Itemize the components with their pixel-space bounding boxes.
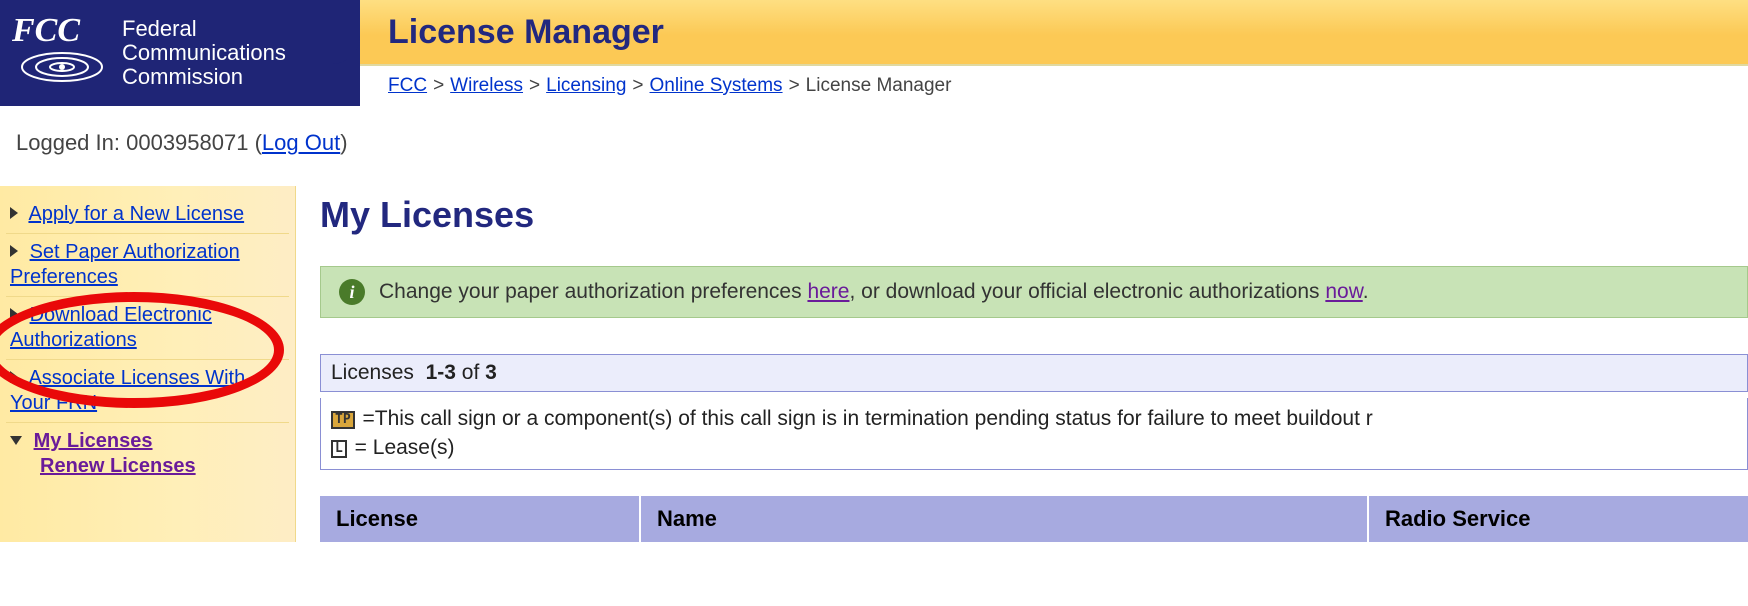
- sidebar: Apply for a New License Set Paper Author…: [0, 186, 296, 542]
- sidebar-link[interactable]: Associate Licenses With Your FRN: [10, 367, 245, 414]
- notice-link-here[interactable]: here: [807, 280, 849, 303]
- org-name-line2: Communications: [122, 41, 286, 65]
- arrow-down-icon: [10, 436, 22, 445]
- arrow-right-icon: [10, 207, 18, 219]
- login-id: 0003958071: [126, 130, 248, 155]
- logout-link[interactable]: Log Out: [262, 130, 340, 155]
- content: My Licenses i Change your paper authoriz…: [296, 186, 1748, 542]
- header-logo-area: FCC Federal Communications Commission: [0, 0, 360, 106]
- sidebar-item-associate-licenses[interactable]: Associate Licenses With Your FRN: [6, 360, 289, 423]
- page-title: My Licenses: [320, 194, 1748, 236]
- tp-badge-icon: TP: [331, 411, 355, 429]
- login-bar: Logged In: 0003958071 (Log Out): [0, 106, 1748, 186]
- sidebar-link[interactable]: My Licenses: [34, 430, 153, 452]
- licenses-header-row: License Name Radio Service: [320, 496, 1748, 542]
- legend: TP =This call sign or a component(s) of …: [320, 398, 1748, 470]
- licenses-table: License Name Radio Service: [320, 496, 1748, 542]
- info-icon: i: [339, 279, 365, 305]
- arrow-right-icon: [10, 371, 18, 383]
- login-prefix: Logged In:: [16, 130, 126, 155]
- header-right: License Manager FCC > Wireless > Licensi…: [360, 0, 1748, 106]
- org-name: Federal Communications Commission: [122, 17, 286, 90]
- notice-text: Change your paper authorization preferen…: [379, 280, 1369, 304]
- org-name-line3: Commission: [122, 65, 286, 89]
- notice-banner: i Change your paper authorization prefer…: [320, 266, 1748, 318]
- col-license[interactable]: License: [320, 496, 640, 542]
- fcc-logo: FCC: [12, 11, 112, 95]
- arrow-right-icon: [10, 308, 18, 320]
- sidebar-link[interactable]: Set Paper Authorization Preferences: [10, 241, 240, 288]
- breadcrumb-current: License Manager: [806, 75, 952, 97]
- sidebar-item-my-licenses[interactable]: My Licenses Renew Licenses: [6, 423, 289, 485]
- breadcrumb-link-licensing[interactable]: Licensing: [546, 75, 626, 97]
- header: FCC Federal Communications Commission Li…: [0, 0, 1748, 106]
- legend-tp-text: =This call sign or a component(s) of thi…: [363, 407, 1373, 430]
- breadcrumb-link-fcc[interactable]: FCC: [388, 75, 427, 97]
- sidebar-link[interactable]: Download Electronic Authorizations: [10, 304, 212, 351]
- sidebar-item-apply-new-license[interactable]: Apply for a New License: [6, 196, 289, 234]
- org-name-line1: Federal: [122, 17, 286, 41]
- svg-text:FCC: FCC: [12, 12, 80, 49]
- title-bar: License Manager: [360, 0, 1748, 64]
- sidebar-item-download-electronic-auth[interactable]: Download Electronic Authorizations: [6, 297, 289, 360]
- legend-l-text: = Lease(s): [355, 436, 455, 459]
- arrow-right-icon: [10, 245, 18, 257]
- breadcrumb-link-wireless[interactable]: Wireless: [450, 75, 523, 97]
- main: Apply for a New License Set Paper Author…: [0, 186, 1748, 542]
- sidebar-subitem-renew-licenses[interactable]: Renew Licenses: [40, 454, 285, 479]
- license-summary: Licenses 1-3 of 3: [320, 354, 1748, 392]
- col-name[interactable]: Name: [640, 496, 1368, 542]
- col-radio-service[interactable]: Radio Service: [1368, 496, 1748, 542]
- app-title: License Manager: [388, 13, 664, 52]
- l-badge-icon: L: [331, 440, 347, 458]
- notice-link-now[interactable]: now: [1325, 280, 1362, 303]
- sidebar-sublist: Renew Licenses: [10, 454, 285, 479]
- breadcrumb-link-online-systems[interactable]: Online Systems: [650, 75, 783, 97]
- breadcrumb: FCC > Wireless > Licensing > Online Syst…: [360, 64, 1748, 106]
- sidebar-item-paper-auth-prefs[interactable]: Set Paper Authorization Preferences: [6, 234, 289, 297]
- sidebar-link[interactable]: Apply for a New License: [28, 203, 244, 225]
